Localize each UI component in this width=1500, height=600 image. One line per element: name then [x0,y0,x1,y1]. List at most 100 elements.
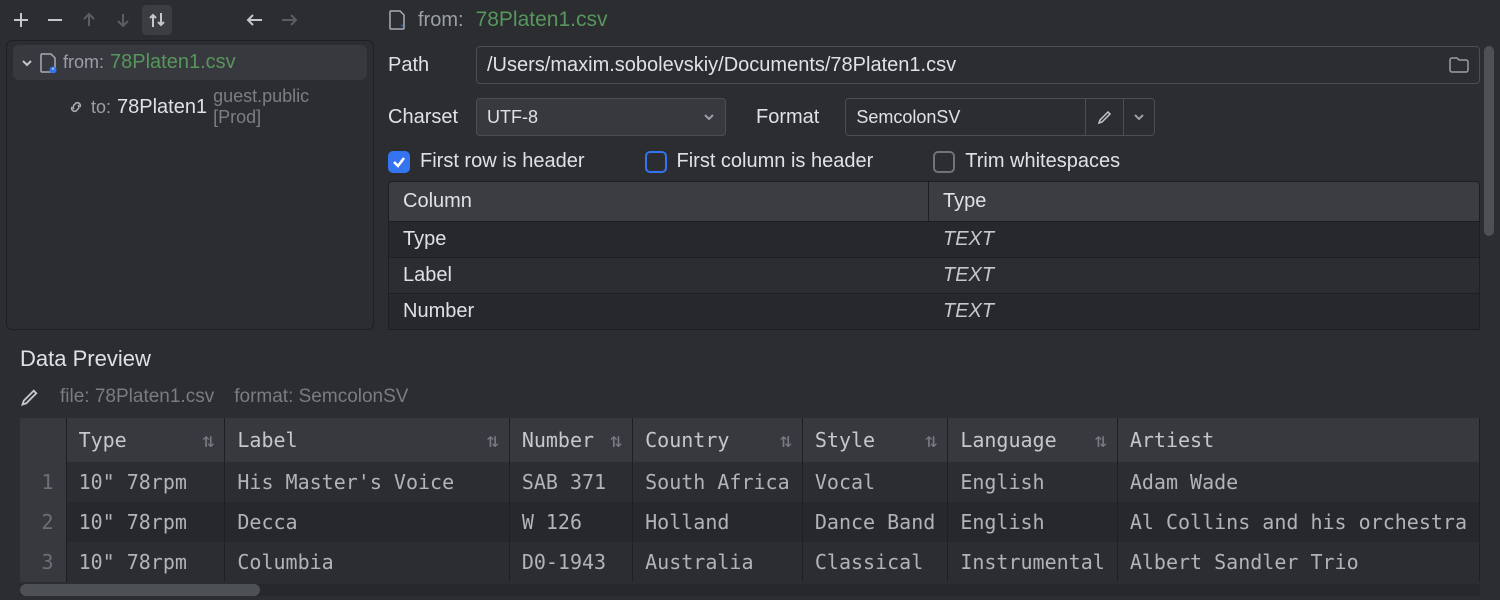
table-row[interactable]: 1 10" 78rpm His Master's Voice SAB 371 S… [20,462,1480,502]
charset-label: Charset [388,106,464,129]
col-type: TEXT [929,294,1479,329]
arrow-up-icon [80,11,98,29]
arrow-left-icon [245,11,265,29]
arrow-down-icon [114,11,132,29]
row-number: 2 [20,502,66,542]
cell: SAB 371 [509,462,632,502]
move-up-button [74,5,104,35]
file-csv-icon: * [39,53,57,73]
first-row-header-label: First row is header [420,150,585,173]
link-icon [67,98,85,116]
col-header-label[interactable]: Label⇅ [225,418,509,462]
svg-text:*: * [401,24,404,30]
columns-grid: Column Type Type TEXT Label TEXT Number … [388,181,1480,330]
scrollbar-thumb[interactable] [1484,46,1494,236]
cell: Classical [802,542,947,582]
left-toolbar [0,0,380,40]
row-number-header[interactable] [20,418,66,462]
file-csv-icon: * [388,10,406,30]
cell: W 126 [509,502,632,542]
trim-whitespace-label: Trim whitespaces [965,150,1120,173]
tree-to-label: to: [91,97,111,118]
path-input[interactable]: /Users/maxim.sobolevskiy/Documents/78Pla… [476,46,1480,84]
vertical-scrollbar[interactable] [1484,46,1494,330]
chevron-down-icon [21,57,33,69]
move-down-button [108,5,138,35]
col-header-style[interactable]: Style⇅ [802,418,947,462]
col-header-type[interactable]: Type⇅ [66,418,225,462]
cols-row[interactable]: Type TEXT [389,221,1479,257]
first-col-header-label: First column is header [677,150,874,173]
swap-icon [147,10,167,30]
col-type: TEXT [929,258,1479,293]
col-header-country[interactable]: Country⇅ [633,418,803,462]
cell: English [948,462,1118,502]
cols-head-column[interactable]: Column [389,182,929,221]
cell: Decca [225,502,509,542]
horizontal-scrollbar[interactable] [20,584,1480,596]
cell: Dance Band [802,502,947,542]
remove-button[interactable] [40,5,70,35]
detail-header: * from: 78Platen1.csv [388,0,1480,40]
sort-icon: ⇅ [487,428,499,452]
cols-row[interactable]: Number TEXT [389,293,1479,329]
charset-value: UTF-8 [487,107,693,128]
chevron-down-icon [703,111,715,123]
arrow-right-icon [279,11,299,29]
tree-to-target: 78Platen1 [117,96,207,119]
cell: Columbia [225,542,509,582]
cell: Holland [633,502,803,542]
sort-icon: ⇅ [1095,428,1107,452]
cell: Al Collins and his orchestra [1117,502,1479,542]
pencil-icon [1097,109,1113,125]
cell: 10" 78rpm [66,462,225,502]
table-row[interactable]: 2 10" 78rpm Decca W 126 Holland Dance Ba… [20,502,1480,542]
path-value: /Users/maxim.sobolevskiy/Documents/78Pla… [487,54,956,77]
data-preview-title: Data Preview [20,346,1480,372]
cell: Instrumental [948,542,1118,582]
format-select[interactable]: SemcolonSV [845,98,1085,136]
format-label: Format [756,106,819,129]
path-label: Path [388,54,464,77]
scrollbar-thumb[interactable] [20,584,260,596]
cell: Vocal [802,462,947,502]
cell: D0-1943 [509,542,632,582]
format-dropdown-button[interactable] [1123,98,1155,136]
preview-format-info: format: SemcolonSV [234,386,408,408]
col-header-artiest[interactable]: Artiest [1117,418,1479,462]
col-name: Type [389,222,929,257]
col-header-number[interactable]: Number⇅ [509,418,632,462]
path-field-row: Path /Users/maxim.sobolevskiy/Documents/… [388,46,1480,84]
format-value: SemcolonSV [856,107,960,128]
tree-from-filename: 78Platen1.csv [110,51,236,74]
tree-from-row[interactable]: * from: 78Platen1.csv [13,45,367,80]
first-row-header-checkbox[interactable]: First row is header [388,150,585,173]
cols-row[interactable]: Label TEXT [389,257,1479,293]
sort-icon: ⇅ [780,428,792,452]
cols-head-type[interactable]: Type [929,182,1479,221]
trim-whitespace-checkbox[interactable]: Trim whitespaces [933,150,1120,173]
back-button[interactable] [240,5,270,35]
tree-to-row[interactable]: to: 78Platen1 guest.public [Prod] [13,80,367,134]
table-row[interactable]: 3 10" 78rpm Columbia D0-1943 Australia C… [20,542,1480,582]
add-button[interactable] [6,5,36,35]
cell: English [948,502,1118,542]
preview-file-info: file: 78Platen1.csv [60,386,214,408]
forward-button [274,5,304,35]
swap-button[interactable] [142,5,172,35]
checkbox-icon [388,151,410,173]
source-tree: * from: 78Platen1.csv to: 78Platen1 gues… [7,41,373,134]
charset-select[interactable]: UTF-8 [476,98,726,136]
plus-icon [12,11,30,29]
format-edit-button[interactable] [1085,98,1123,136]
col-type: TEXT [929,222,1479,257]
sort-icon: ⇅ [925,428,937,452]
first-col-header-checkbox[interactable]: First column is header [645,150,874,173]
col-header-language[interactable]: Language⇅ [948,418,1118,462]
folder-icon[interactable] [1449,57,1469,73]
minus-icon [46,11,64,29]
cell: His Master's Voice [225,462,509,502]
tree-to-suffix: guest.public [Prod] [213,86,359,128]
cell: Albert Sandler Trio [1117,542,1479,582]
preview-edit-button[interactable] [20,387,40,407]
